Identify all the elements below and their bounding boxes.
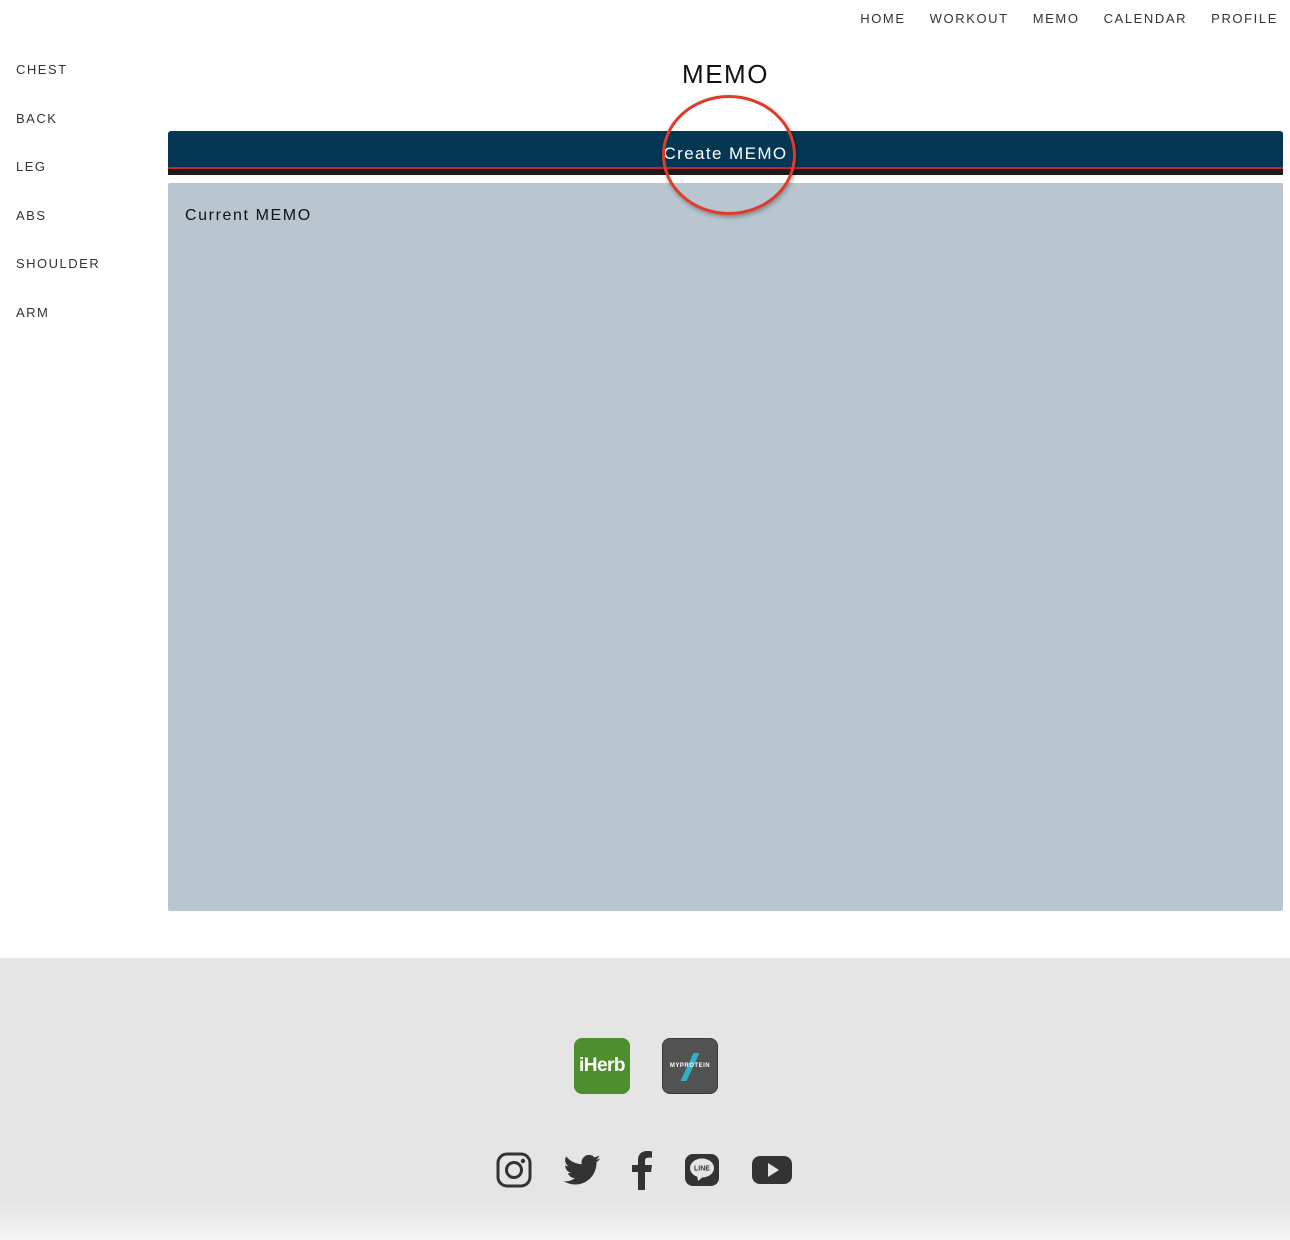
current-memo-heading: Current MEMO: [185, 207, 312, 224]
nav-memo[interactable]: MEMO: [1033, 11, 1080, 26]
myprotein-logo-icon[interactable]: MYPROTEIN: [662, 1038, 718, 1094]
twitter-icon[interactable]: [561, 1150, 603, 1190]
sidebar-item-shoulder[interactable]: SHOULDER: [16, 256, 156, 305]
iherb-logo-icon[interactable]: iHerb: [574, 1038, 630, 1094]
nav-workout[interactable]: WORKOUT: [930, 11, 1009, 26]
youtube-icon[interactable]: [751, 1150, 793, 1190]
nav-calendar[interactable]: CALENDAR: [1104, 11, 1188, 26]
sidebar-item-arm[interactable]: ARM: [16, 305, 156, 354]
create-memo-label: Create MEMO: [663, 144, 788, 163]
top-nav: HOME WORKOUT MEMO CALENDAR PROFILE: [860, 0, 1290, 36]
sidebar-item-chest[interactable]: CHEST: [16, 62, 156, 111]
sidebar-item-abs[interactable]: ABS: [16, 208, 156, 257]
myprotein-logo-label: MYPROTEIN: [669, 1063, 711, 1069]
sidebar: CHEST BACK LEG ABS SHOULDER ARM: [16, 62, 156, 354]
sidebar-item-leg[interactable]: LEG: [16, 159, 156, 208]
current-memo-panel: Current MEMO: [168, 183, 1283, 911]
nav-home[interactable]: HOME: [860, 11, 905, 26]
facebook-icon[interactable]: [630, 1150, 654, 1190]
footer-fade: [0, 1200, 1290, 1240]
footer: iHerb MYPROTEIN LINE: [0, 958, 1290, 1240]
instagram-icon[interactable]: [496, 1150, 532, 1190]
page-title: MEMO: [682, 59, 769, 89]
svg-text:LINE: LINE: [694, 1166, 710, 1173]
create-memo-button[interactable]: Create MEMO: [168, 131, 1283, 175]
line-icon[interactable]: LINE: [684, 1150, 720, 1190]
iherb-logo-label: iHerb: [578, 1055, 626, 1076]
nav-profile[interactable]: PROFILE: [1211, 11, 1278, 26]
sidebar-item-back[interactable]: BACK: [16, 111, 156, 160]
